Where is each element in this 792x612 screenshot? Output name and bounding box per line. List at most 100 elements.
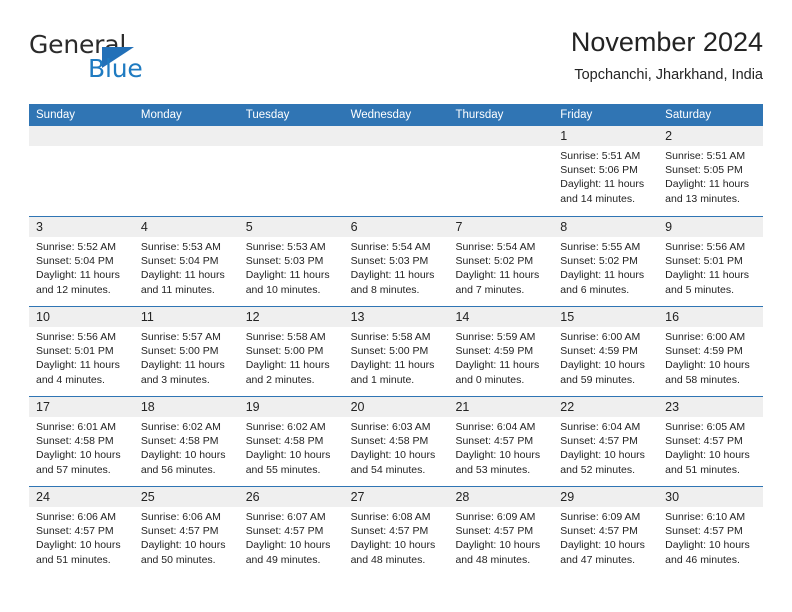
sunset-text: Sunset: 4:57 PM [455,525,534,538]
calendar-day-cell[interactable]: 15 Sunrise: 6:00 AM Sunset: 4:59 PM Dayligh… [553,307,659,396]
calendar-day-cell[interactable]: 5 Sunrise: 5:53 AM Sunset: 5:03 PM Daylight… [238,217,344,306]
calendar-day-cell[interactable]: 30 Sunrise: 6:10 AM Sunset: 4:57 PM Dayligh… [658,487,764,576]
day-sun-info: Sunrise: 6:10 AM Sunset: 4:57 PM Daylight:… [658,507,763,567]
sunset-text: Sunset: 4:57 PM [245,525,324,538]
calendar-day-cell[interactable]: 6 Sunrise: 5:54 AM Sunset: 5:03 PM Daylight… [343,217,449,306]
sunset-text: Sunset: 5:02 PM [455,255,534,268]
daylight-text: Daylight: 10 hours and 51 minutes. [665,449,750,476]
sunrise-text: Sunrise: 5:51 AM [665,150,746,162]
calendar-day-cell[interactable]: 14 Sunrise: 5:59 AM Sunset: 4:59 PM Dayligh… [448,307,554,396]
sunset-text: Sunset: 4:57 PM [560,525,638,538]
calendar-day-cell[interactable]: 11 Sunrise: 5:57 AM Sunset: 5:00 PM Dayligh… [133,307,239,396]
day-sun-info: Sunrise: 6:06 AM Sunset: 4:57 PM Daylight:… [134,507,239,567]
calendar-day-cell[interactable]: 25 Sunrise: 6:06 AM Sunset: 4:57 PM Dayligh… [133,487,239,576]
daylight-text: Daylight: 11 hours and 12 minutes. [36,269,120,296]
calendar-day-cell[interactable]: 3 Sunrise: 5:52 AM Sunset: 5:04 PM Daylight… [29,217,134,306]
sunset-text: Sunset: 4:57 PM [140,525,219,538]
day-number: 7 [448,217,554,237]
calendar-day-cell[interactable]: 9 Sunrise: 5:56 AM Sunset: 5:01 PM Daylight… [658,217,764,306]
day-number [29,126,134,146]
sunrise-text: Sunrise: 5:54 AM [455,241,536,253]
day-number: 30 [658,487,764,507]
day-sun-info: Sunrise: 5:56 AM Sunset: 5:01 PM Daylight:… [658,237,763,297]
sunrise-text: Sunrise: 6:04 AM [560,421,641,433]
calendar-day-cell[interactable]: 2 Sunrise: 5:51 AM Sunset: 5:05 PM Daylight… [658,126,764,216]
day-number: 5 [238,217,344,237]
sunrise-text: Sunrise: 5:53 AM [140,241,221,253]
day-sun-info: Sunrise: 6:03 AM Sunset: 4:58 PM Daylight:… [344,417,449,477]
sunset-text: Sunset: 5:03 PM [350,255,429,268]
calendar-day-cell[interactable]: 22 Sunrise: 6:04 AM Sunset: 4:57 PM Dayligh… [553,397,659,486]
calendar-day-cell[interactable]: 23 Sunrise: 6:05 AM Sunset: 4:57 PM Dayligh… [658,397,764,486]
day-sun-info: Sunrise: 6:04 AM Sunset: 4:57 PM Daylight:… [448,417,553,477]
sunrise-text: Sunrise: 5:58 AM [245,331,326,343]
sunrise-text: Sunrise: 6:08 AM [350,511,431,523]
sunset-text: Sunset: 5:04 PM [140,255,219,268]
day-number: 20 [343,397,449,417]
calendar-day-cell[interactable]: 1 Sunrise: 5:51 AM Sunset: 5:06 PM Daylight… [553,126,659,216]
sunset-text: Sunset: 4:58 PM [245,435,324,448]
daylight-text: Daylight: 10 hours and 58 minutes. [665,359,750,386]
day-number: 10 [29,307,134,327]
sunrise-text: Sunrise: 6:06 AM [140,511,221,523]
calendar-week-row: 17 Sunrise: 6:01 AM Sunset: 4:58 PM Dayligh… [29,396,764,486]
day-sun-info: Sunrise: 6:01 AM Sunset: 4:58 PM Daylight:… [29,417,134,477]
sunset-text: Sunset: 5:00 PM [140,345,219,358]
calendar-week-row: 3 Sunrise: 5:52 AM Sunset: 5:04 PM Daylight… [29,216,764,306]
daylight-text: Daylight: 10 hours and 53 minutes. [455,449,541,476]
daylight-text: Daylight: 10 hours and 49 minutes. [245,539,331,566]
sunset-text: Sunset: 4:59 PM [665,345,743,358]
calendar-day-cell[interactable]: 10 Sunrise: 5:56 AM Sunset: 5:01 PM Dayligh… [29,307,134,396]
calendar-day-cell-empty [448,126,554,216]
sunset-text: Sunset: 5:01 PM [36,345,114,358]
daylight-text: Daylight: 11 hours and 4 minutes. [36,359,120,386]
calendar-day-cell[interactable]: 21 Sunrise: 6:04 AM Sunset: 4:57 PM Dayligh… [448,397,554,486]
daylight-text: Daylight: 11 hours and 10 minutes. [245,269,330,296]
sunset-text: Sunset: 5:03 PM [245,255,324,268]
calendar-day-cell[interactable]: 8 Sunrise: 5:55 AM Sunset: 5:02 PM Daylight… [553,217,659,306]
calendar-day-cell-empty [343,126,449,216]
day-sun-info: Sunrise: 6:00 AM Sunset: 4:59 PM Daylight:… [658,327,763,387]
calendar-day-cell[interactable]: 27 Sunrise: 6:08 AM Sunset: 4:57 PM Dayligh… [343,487,449,576]
day-sun-info: Sunrise: 6:09 AM Sunset: 4:57 PM Daylight:… [553,507,658,567]
sunrise-text: Sunrise: 5:54 AM [350,241,431,253]
calendar-day-cell[interactable]: 12 Sunrise: 5:58 AM Sunset: 5:00 PM Dayligh… [238,307,344,396]
general-blue-logo[interactable]: General Blue [29,30,209,92]
calendar-day-cell[interactable]: 7 Sunrise: 5:54 AM Sunset: 5:02 PM Daylight… [448,217,554,306]
daylight-text: Daylight: 11 hours and 7 minutes. [455,269,540,296]
calendar-day-cell[interactable]: 16 Sunrise: 6:00 AM Sunset: 4:59 PM Dayligh… [658,307,764,396]
sunset-text: Sunset: 5:00 PM [245,345,324,358]
day-number [238,126,344,146]
calendar-day-cell[interactable]: 17 Sunrise: 6:01 AM Sunset: 4:58 PM Dayligh… [29,397,134,486]
day-number: 13 [343,307,449,327]
day-number: 16 [658,307,764,327]
sunset-text: Sunset: 4:57 PM [665,525,743,538]
day-sun-info: Sunrise: 5:54 AM Sunset: 5:02 PM Daylight:… [448,237,553,297]
calendar-day-cell[interactable]: 26 Sunrise: 6:07 AM Sunset: 4:57 PM Dayligh… [238,487,344,576]
calendar-day-cell[interactable]: 13 Sunrise: 5:58 AM Sunset: 5:00 PM Dayligh… [343,307,449,396]
calendar-day-cell[interactable]: 20 Sunrise: 6:03 AM Sunset: 4:58 PM Dayligh… [343,397,449,486]
day-sun-info: Sunrise: 6:07 AM Sunset: 4:57 PM Daylight:… [239,507,344,567]
day-sun-info: Sunrise: 6:00 AM Sunset: 4:59 PM Daylight:… [553,327,658,387]
sunset-text: Sunset: 4:58 PM [36,435,114,448]
calendar-day-cell[interactable]: 24 Sunrise: 6:06 AM Sunset: 4:57 PM Dayligh… [29,487,134,576]
weekday-header-row: Sunday Monday Tuesday Wednesday Thursday Frid… [29,104,763,126]
sunrise-text: Sunrise: 6:06 AM [36,511,116,523]
calendar-day-cell[interactable]: 4 Sunrise: 5:53 AM Sunset: 5:04 PM Daylight… [133,217,239,306]
calendar-day-cell[interactable]: 18 Sunrise: 6:02 AM Sunset: 4:58 PM Dayligh… [133,397,239,486]
calendar-day-cell[interactable]: 28 Sunrise: 6:09 AM Sunset: 4:57 PM Dayligh… [448,487,554,576]
daylight-text: Daylight: 10 hours and 48 minutes. [455,539,541,566]
daylight-text: Daylight: 10 hours and 47 minutes. [560,539,645,566]
calendar-day-cell[interactable]: 19 Sunrise: 6:02 AM Sunset: 4:58 PM Dayligh… [238,397,344,486]
day-number: 27 [343,487,449,507]
day-number: 19 [238,397,344,417]
calendar-week-row: 10 Sunrise: 5:56 AM Sunset: 5:01 PM Dayligh… [29,306,764,396]
calendar-day-cell[interactable]: 29 Sunrise: 6:09 AM Sunset: 4:57 PM Dayligh… [553,487,659,576]
day-number: 15 [553,307,659,327]
calendar-day-cell-empty [238,126,344,216]
day-sun-info: Sunrise: 5:56 AM Sunset: 5:01 PM Daylight:… [29,327,134,387]
sunset-text: Sunset: 5:02 PM [560,255,638,268]
day-sun-info: Sunrise: 6:02 AM Sunset: 4:58 PM Daylight:… [134,417,239,477]
day-sun-info: Sunrise: 5:51 AM Sunset: 5:06 PM Daylight:… [553,146,658,206]
day-sun-info: Sunrise: 5:58 AM Sunset: 5:00 PM Daylight:… [239,327,344,387]
